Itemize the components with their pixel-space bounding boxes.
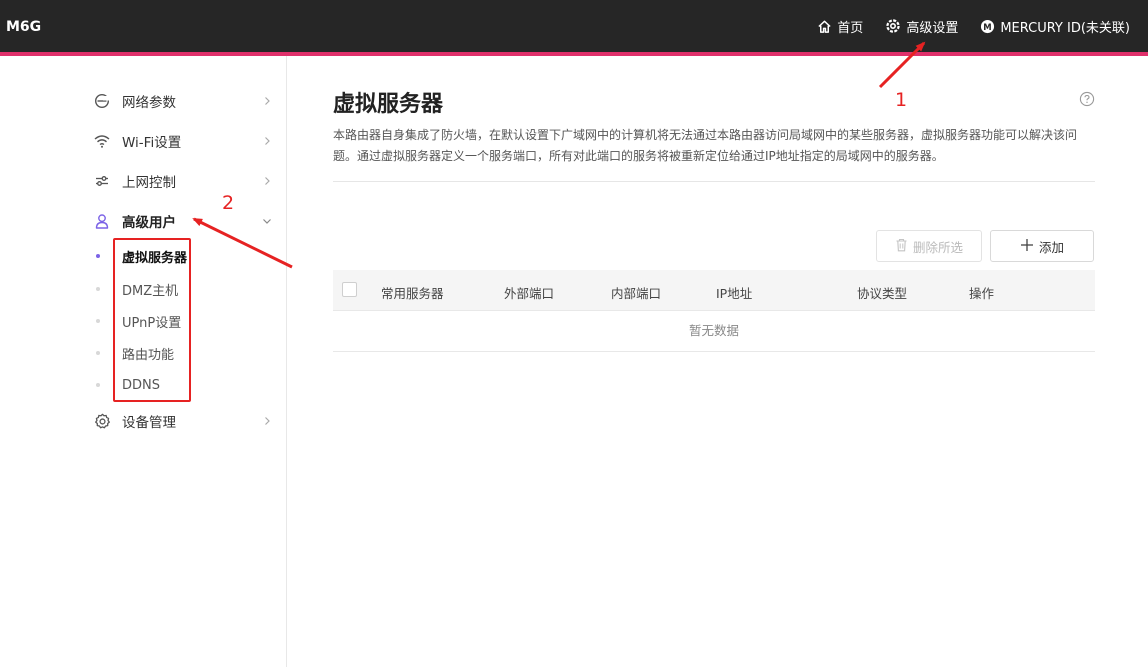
sliders-icon xyxy=(92,171,112,191)
nav-mercury-id[interactable]: M MERCURY ID(未关联) xyxy=(980,17,1130,36)
page-title: 虚拟服务器 xyxy=(333,92,444,117)
table-header: 常用服务器 外部端口 内部端口 IP地址 协议类型 操作 xyxy=(333,270,1095,311)
column-header: IP地址 xyxy=(716,286,753,301)
home-icon xyxy=(817,19,832,34)
sidebar-item-advanced-user[interactable]: 高级用户 xyxy=(92,201,278,241)
user-icon xyxy=(92,211,112,231)
dot xyxy=(96,351,100,355)
select-all-checkbox[interactable] xyxy=(342,282,357,297)
chevron-right-icon xyxy=(265,417,270,425)
gear-icon xyxy=(885,18,901,34)
dot xyxy=(96,383,100,387)
top-nav: 首页 高级设置 M MERCURY ID(未关联) xyxy=(817,0,1130,52)
divider xyxy=(333,181,1095,182)
add-button[interactable]: 添加 xyxy=(990,230,1094,262)
nav-advanced-settings[interactable]: 高级设置 xyxy=(885,17,958,36)
help-icon[interactable] xyxy=(1079,91,1095,107)
sidebar-item-label: 上网控制 xyxy=(122,175,176,191)
chevron-right-icon xyxy=(265,137,270,145)
column-header: 常用服务器 xyxy=(381,286,444,301)
chevron-right-icon xyxy=(265,177,270,185)
sidebar-item-device-management[interactable]: 设备管理 xyxy=(92,401,278,441)
dot xyxy=(96,319,100,323)
sidebar-item-network[interactable]: 网络参数 xyxy=(92,81,278,121)
column-header: 内部端口 xyxy=(611,286,662,301)
sidebar-item-wifi[interactable]: Wi-Fi设置 xyxy=(92,121,278,161)
sidebar-item-label: 设备管理 xyxy=(122,415,176,431)
delete-selected-label: 删除所选 xyxy=(912,239,963,255)
nav-mercury-label: MERCURY ID(未关联) xyxy=(1000,20,1130,36)
sidebar-item-access-control[interactable]: 上网控制 xyxy=(92,161,278,201)
column-header: 操作 xyxy=(969,286,995,301)
delete-selected-button[interactable]: 删除所选 xyxy=(876,230,982,262)
gear-icon xyxy=(92,411,112,431)
page-description: 本路由器自身集成了防火墙，在默认设置下广域网中的计算机将无法通过本路由器访问局域… xyxy=(333,128,1078,163)
brand-label: M6G xyxy=(6,19,42,35)
plus-icon xyxy=(1020,238,1034,255)
network-icon xyxy=(92,91,112,111)
sidebar-item-label: Wi-Fi设置 xyxy=(122,135,182,151)
annotation-number-2: 2 xyxy=(222,192,235,214)
sidebar-item-label: 网络参数 xyxy=(122,95,176,111)
nav-advanced-label: 高级设置 xyxy=(906,20,959,36)
chevron-right-icon xyxy=(265,97,270,105)
add-label: 添加 xyxy=(1038,239,1064,255)
nav-home[interactable]: 首页 xyxy=(817,17,863,36)
active-dot xyxy=(96,254,100,258)
trash-icon xyxy=(895,238,908,255)
nav-home-label: 首页 xyxy=(837,20,864,36)
annotation-highlight-box xyxy=(113,238,191,402)
column-header: 协议类型 xyxy=(857,286,908,301)
chevron-down-icon xyxy=(263,219,271,224)
wifi-icon xyxy=(92,131,112,151)
mercury-logo-icon: M xyxy=(980,19,995,34)
column-header: 外部端口 xyxy=(504,286,555,301)
top-bar: M6G 首页 高级设置 M MERCURY ID(未关联) xyxy=(0,0,1148,52)
svg-text:M: M xyxy=(984,21,992,31)
dot xyxy=(96,287,100,291)
table-empty-row: 暂无数据 xyxy=(333,311,1095,352)
sidebar-item-label: 高级用户 xyxy=(122,215,176,231)
annotation-number-1: 1 xyxy=(895,89,908,111)
